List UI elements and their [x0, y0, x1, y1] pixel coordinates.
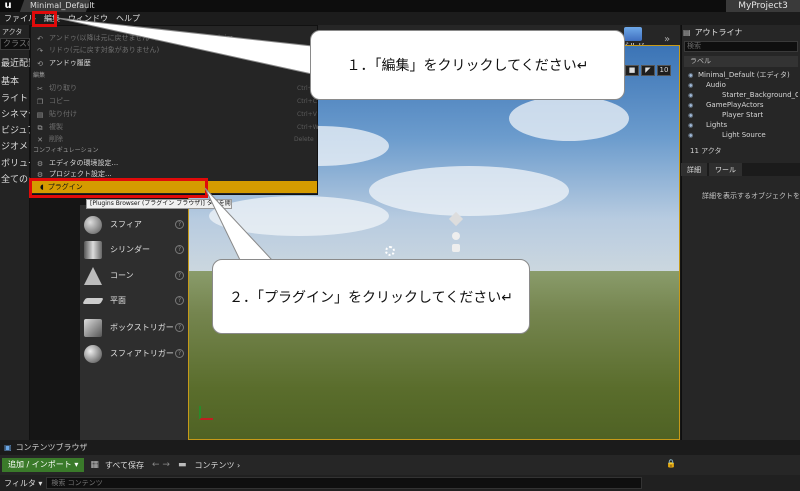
callout2-pointer [204, 187, 274, 261]
callout-step1: １．「編集」をクリックしてください↵ [310, 30, 625, 100]
callout-step2: ２．「プラグイン」をクリックしてください↵ [212, 259, 530, 334]
callout1-pointer [56, 17, 313, 75]
